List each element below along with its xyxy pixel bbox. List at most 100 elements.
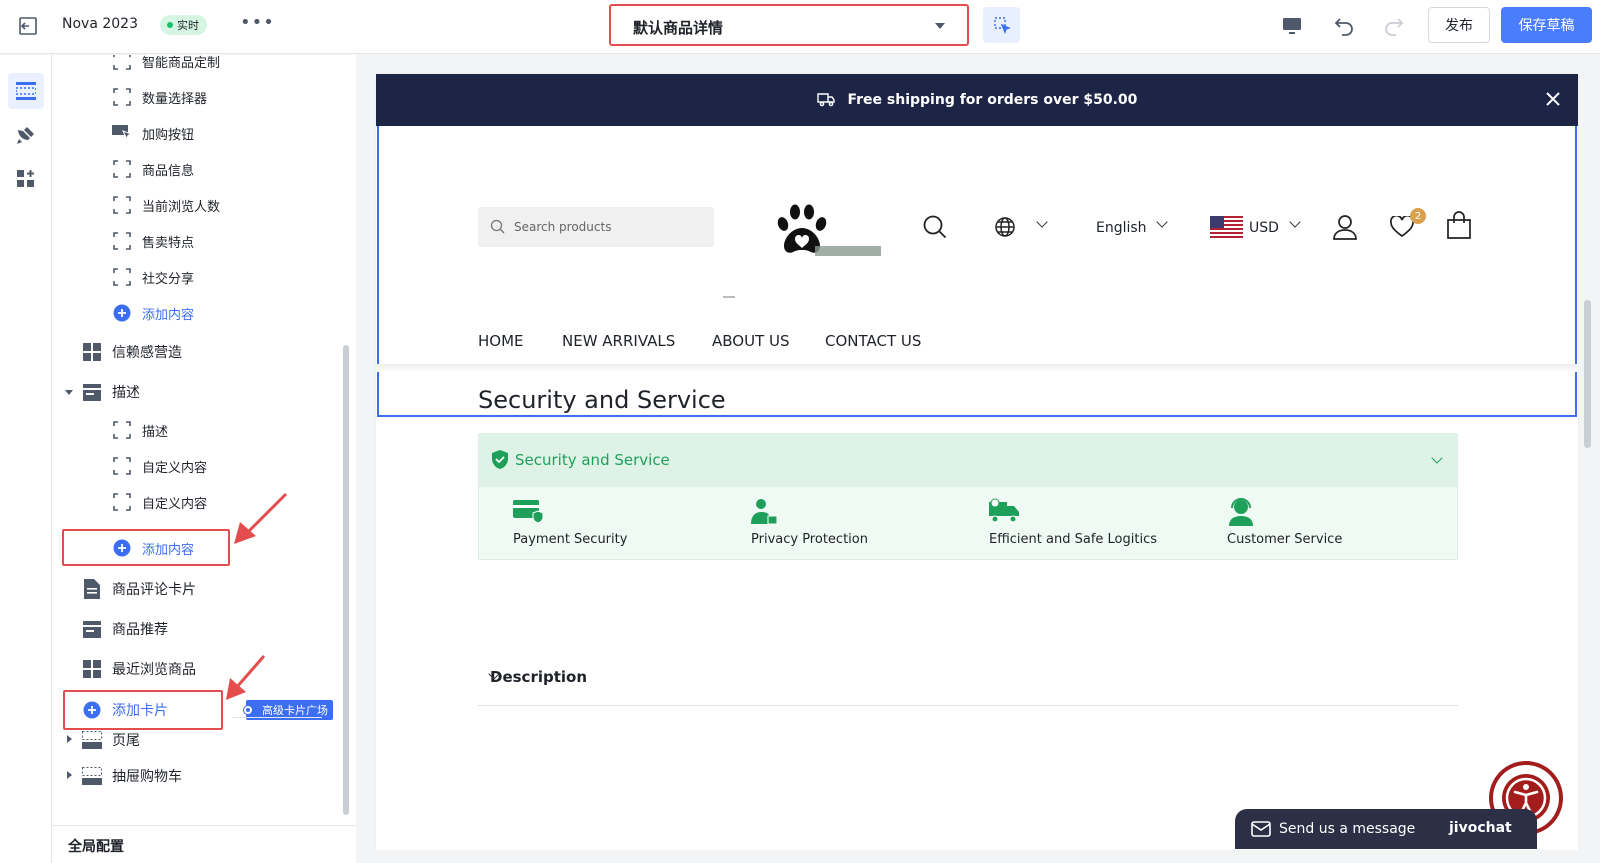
section-box-icon <box>82 619 102 639</box>
global-config-bar[interactable]: 全局配置 <box>52 825 356 863</box>
page-template-select[interactable]: 默认商品详情 <box>609 4 969 46</box>
block-placeholder-icon <box>112 55 132 71</box>
tree-section-recently-viewed[interactable]: 最近浏览商品 <box>82 657 196 681</box>
live-dot-icon <box>167 22 173 28</box>
tree-item-label: 加购按钮 <box>142 127 195 143</box>
tree-block-description[interactable]: 描述 <box>112 418 168 442</box>
cart-bag-icon[interactable] <box>1447 211 1471 243</box>
sections-tab[interactable] <box>8 73 44 109</box>
annotation-arrow <box>226 655 266 700</box>
tree-item-label: 描述 <box>142 424 169 440</box>
canvas-scrollbar[interactable] <box>1584 300 1591 448</box>
tree-scrollbar[interactable] <box>343 345 349 815</box>
language-selector[interactable]: English <box>1096 220 1147 236</box>
tree-item-label: 售卖特点 <box>142 235 195 251</box>
tree-block-selling-points[interactable]: 售卖特点 <box>112 229 194 253</box>
tree-section-trust[interactable]: 信赖感营造 <box>82 340 182 364</box>
tree-section-footer[interactable]: 页尾 <box>82 728 140 752</box>
tree-item-label: 抽屉购物车 <box>112 769 182 785</box>
element-select-button[interactable] <box>983 7 1020 43</box>
add-block-button-description[interactable]: 添加内容 <box>112 536 194 560</box>
block-placeholder-icon <box>112 195 132 215</box>
apps-tab[interactable] <box>8 161 44 197</box>
plus-circle-icon <box>82 700 102 720</box>
global-config-label: 全局配置 <box>68 839 124 855</box>
add-card-button[interactable]: 添加卡片 <box>82 698 168 722</box>
cursor-select-icon <box>993 17 1011 34</box>
tree-block-quantity-selector[interactable]: 数量选择器 <box>112 85 207 109</box>
tree-item-label: 添加卡片 <box>112 703 168 719</box>
exit-icon[interactable] <box>16 14 40 38</box>
currency-selector[interactable]: USD <box>1249 220 1279 236</box>
nav-contact-us[interactable]: CONTACT US <box>825 332 921 350</box>
header-search-icon[interactable] <box>922 214 948 244</box>
plus-circle-icon <box>112 538 132 558</box>
accordion-header[interactable]: Security and Service <box>479 434 1457 487</box>
tree-block-current-viewers[interactable]: 当前浏览人数 <box>112 193 220 217</box>
undo-icon[interactable] <box>1332 14 1356 38</box>
header-selected-outline[interactable] <box>377 126 1577 417</box>
close-icon[interactable] <box>1542 88 1564 110</box>
chat-message-label: Send us a message <box>1279 821 1416 837</box>
tree-item-label: 智能商品定制 <box>142 55 221 71</box>
description-title: Description <box>490 668 588 686</box>
tree-item-label: 商品推荐 <box>112 622 168 638</box>
save-draft-button[interactable]: 保存草稿 <box>1501 7 1592 43</box>
tree-item-label: 商品信息 <box>142 163 195 179</box>
store-preview-canvas: Free shipping for orders over $50.00 Sea… <box>376 74 1578 850</box>
apps-add-icon <box>17 170 34 187</box>
publish-button[interactable]: 发布 <box>1428 7 1490 43</box>
user-lock-icon <box>751 499 778 525</box>
shield-check-icon <box>492 450 508 469</box>
block-placeholder-icon <box>112 159 132 179</box>
tree-block-product-info[interactable]: 商品信息 <box>112 157 194 181</box>
live-status-badge: 实时 <box>160 15 207 35</box>
live-badge-label: 实时 <box>177 19 199 32</box>
accordion-title: Security and Service <box>515 451 670 469</box>
block-placeholder-icon <box>112 456 132 476</box>
announcement-bar[interactable]: Free shipping for orders over $50.00 <box>376 74 1578 126</box>
tree-section-drawer-cart[interactable]: 抽屉购物车 <box>82 764 182 788</box>
search-placeholder: Search products <box>514 220 612 234</box>
live-chat-widget[interactable]: Send us a message jivochat <box>1235 809 1537 849</box>
collapse-caret-icon[interactable] <box>67 735 72 743</box>
nav-about-us[interactable]: ABOUT US <box>712 332 790 350</box>
chevron-down-icon <box>1431 452 1443 464</box>
tree-item-label: 当前浏览人数 <box>142 199 221 215</box>
description-accordion[interactable]: Description <box>478 644 1458 706</box>
document-icon <box>82 579 102 599</box>
store-search-input[interactable]: Search products <box>478 207 714 247</box>
desktop-preview-icon[interactable] <box>1280 14 1304 38</box>
tree-item-label: 添加内容 <box>142 307 195 323</box>
store-logo[interactable] <box>771 202 883 264</box>
tree-block-custom-content-1[interactable]: 自定义内容 <box>112 454 207 478</box>
account-icon[interactable] <box>1333 214 1357 244</box>
more-menu-icon[interactable]: ••• <box>240 12 275 33</box>
collapse-caret-icon[interactable] <box>67 771 72 779</box>
tree-block-add-to-cart[interactable]: 加购按钮 <box>112 121 194 145</box>
block-placeholder-icon <box>112 267 132 287</box>
top-bar: Nova 2023 实时 ••• 默认商品详情 发布 保存草稿 <box>0 0 1600 54</box>
redo-icon[interactable] <box>1382 14 1406 38</box>
nav-new-arrivals[interactable]: NEW ARRIVALS <box>562 332 675 350</box>
expand-caret-icon[interactable] <box>65 390 73 395</box>
divider <box>723 296 735 298</box>
layout-icon <box>16 82 36 100</box>
tree-item-label: 商品评论卡片 <box>112 582 196 598</box>
tree-block-custom-content-2[interactable]: 自定义内容 <box>112 490 207 514</box>
tree-section-recommend[interactable]: 商品推荐 <box>82 617 168 641</box>
tree-block-social-share[interactable]: 社交分享 <box>112 265 194 289</box>
add-block-button[interactable]: 添加内容 <box>112 301 194 325</box>
theme-style-tab[interactable] <box>8 117 44 153</box>
grid-section-icon <box>82 342 102 362</box>
tree-section-description[interactable]: 描述 <box>82 380 140 404</box>
globe-icon[interactable] <box>994 216 1016 242</box>
tree-block-smart-customize[interactable]: 智能商品定制 <box>112 55 220 73</box>
headset-agent-icon <box>1229 498 1253 526</box>
plus-circle-icon <box>112 303 132 323</box>
search-icon <box>490 219 505 234</box>
tree-section-reviews[interactable]: 商品评论卡片 <box>82 577 196 601</box>
nav-home[interactable]: HOME <box>478 332 524 350</box>
block-placeholder-icon <box>112 231 132 251</box>
left-icon-rail <box>0 55 52 863</box>
